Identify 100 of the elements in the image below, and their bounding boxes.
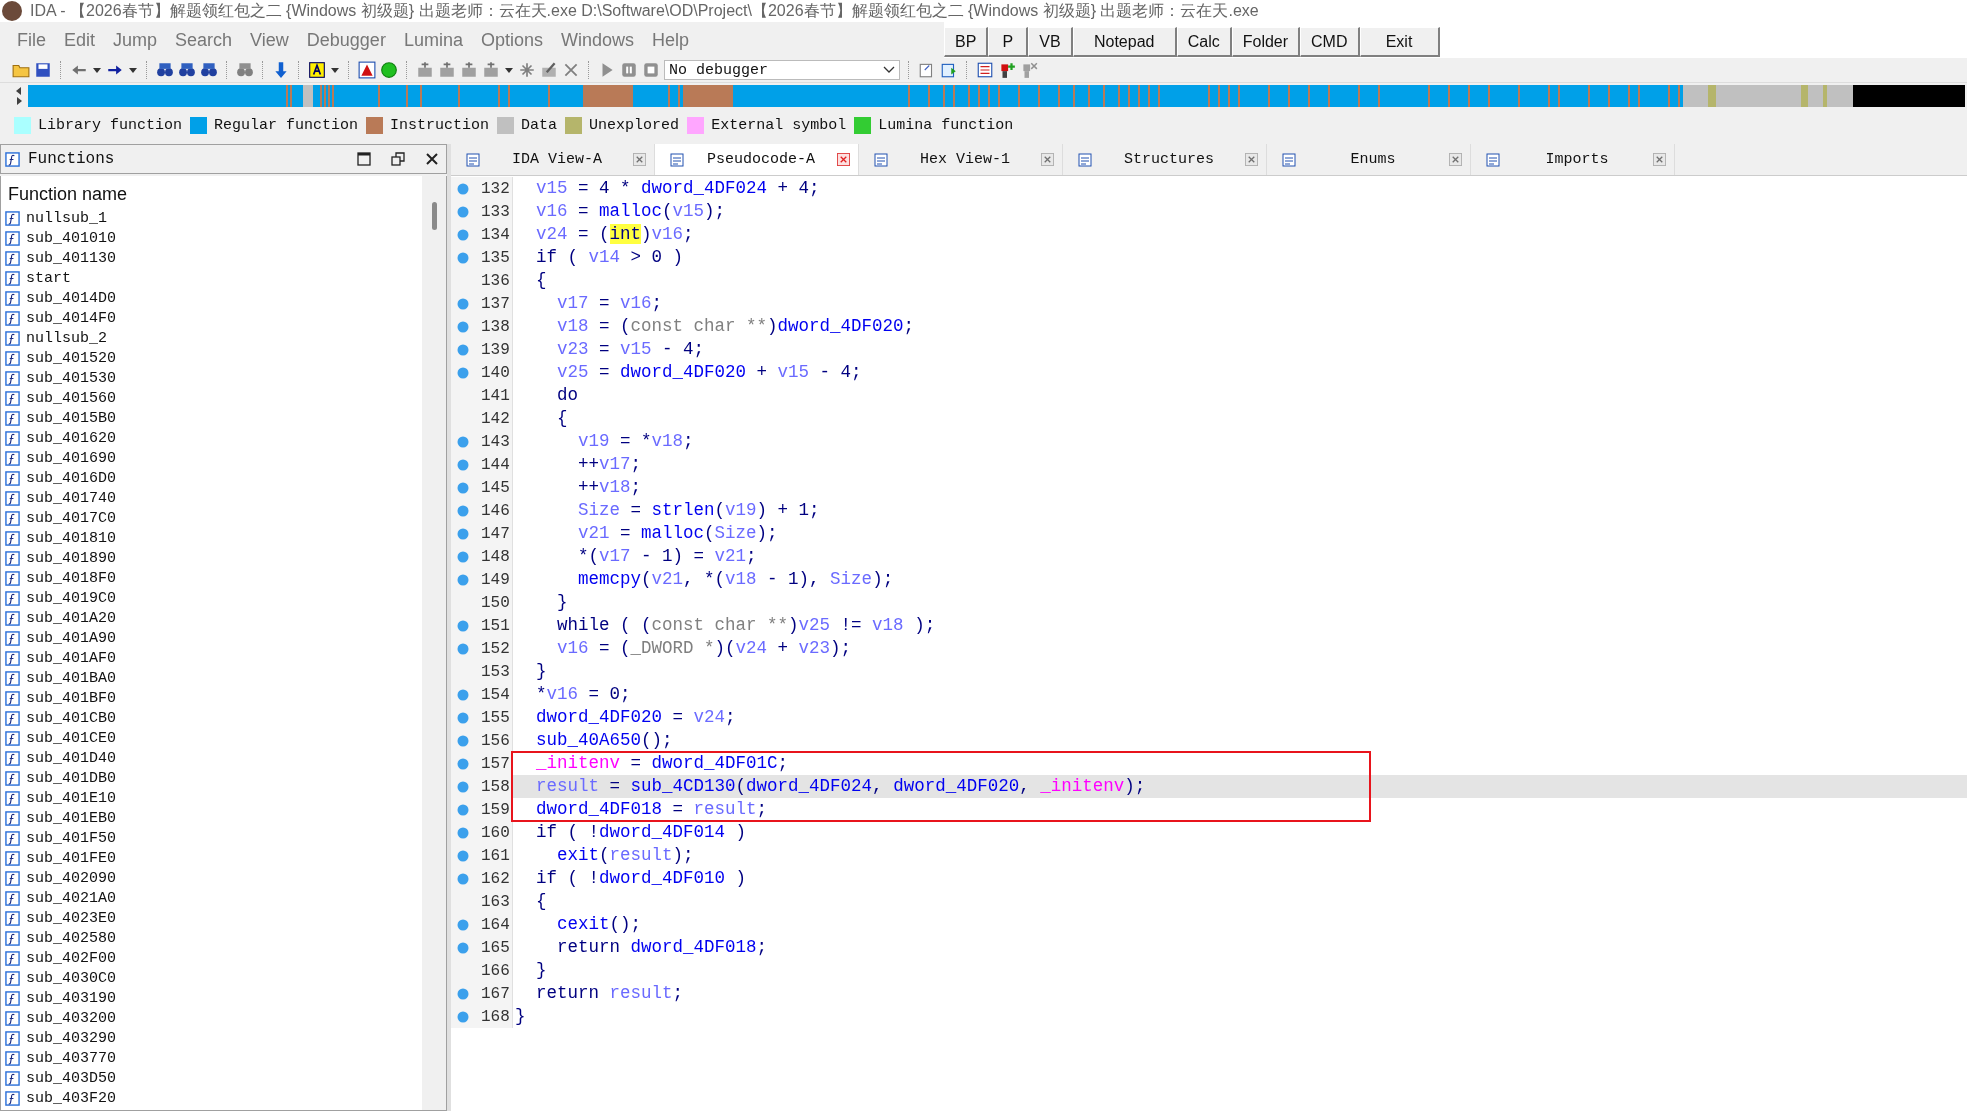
function-list-item[interactable]: sub_401EB0 [26,809,116,827]
breakpoint-dot-icon[interactable] [457,987,469,1000]
tab[interactable]: Enums [1267,144,1471,175]
menu-item[interactable]: Windows [551,29,643,51]
breakpoint-dot-icon[interactable] [457,366,469,379]
function-list-item[interactable]: sub_401AF0 [26,649,116,667]
function-list-item[interactable]: sub_4019C0 [26,589,116,607]
binoculars-icon[interactable] [200,61,218,79]
function-list-item[interactable]: sub_4014D0 [26,289,116,307]
breakpoint-dot-icon[interactable] [457,251,469,264]
function-list-item[interactable]: nullsub_1 [26,209,107,227]
stop-icon[interactable] [642,61,660,79]
function-list-item[interactable]: sub_403290 [26,1029,116,1047]
breakpoint-dot-icon[interactable] [457,573,469,586]
menu-item[interactable]: Help [643,29,699,51]
function-list-item[interactable]: sub_401560 [26,389,116,407]
function-list-item[interactable]: sub_4016D0 [26,469,116,487]
function-list-item[interactable]: sub_4017C0 [26,509,116,527]
menu-item[interactable]: Options [471,29,552,51]
menu-item[interactable]: Edit [55,29,105,51]
function-list-item[interactable]: sub_401620 [26,429,116,447]
toolbar-button[interactable]: P [988,27,1029,57]
tab[interactable]: Imports [1471,144,1675,175]
breakpoint-dot-icon[interactable] [457,481,469,494]
function-list-item[interactable]: sub_401530 [26,369,116,387]
function-list-item[interactable]: sub_401740 [26,489,116,507]
breakpoint-dot-icon[interactable] [457,918,469,931]
tab[interactable]: IDA View-A [451,144,655,175]
function-list-item[interactable]: sub_401890 [26,549,116,567]
code-block-icon[interactable] [438,61,456,79]
document-icon[interactable] [940,61,958,79]
breakpoint-dot-icon[interactable] [457,803,469,816]
breakpoint-dot-icon[interactable] [457,734,469,747]
breakpoint-dot-icon[interactable] [457,527,469,540]
breakpoint-dot-icon[interactable] [457,826,469,839]
float-window-icon[interactable] [390,151,406,167]
menu-item[interactable]: Jump [104,29,167,51]
breakpoint-dot-icon[interactable] [457,435,469,448]
binoculars-icon[interactable] [178,61,196,79]
navigation-band-drawing[interactable] [28,85,1965,107]
function-list-item[interactable]: sub_401810 [26,529,116,547]
tab[interactable]: Hex View-1 [859,144,1063,175]
binoculars-icon[interactable] [236,61,254,79]
function-list-item[interactable]: sub_401BA0 [26,669,116,687]
function-list-item[interactable]: sub_401CB0 [26,709,116,727]
breakpoint-dot-icon[interactable] [457,849,469,862]
function-list-item[interactable]: sub_4021A0 [26,889,116,907]
breakpoint-dot-icon[interactable] [457,182,469,195]
function-list-item[interactable]: sub_401DB0 [26,769,116,787]
breakpoint-dot-icon[interactable] [457,872,469,885]
function-list-item[interactable]: sub_403770 [26,1049,116,1067]
toolbar-button[interactable]: Notepad [1072,27,1177,57]
breakpoint-dot-icon[interactable] [457,343,469,356]
function-list-item[interactable]: sub_401520 [26,349,116,367]
close-icon[interactable] [424,151,440,167]
menu-item[interactable]: Lumina [394,29,472,51]
toolbar-button[interactable]: CMD [1300,27,1360,57]
breakpoint-dot-icon[interactable] [457,642,469,655]
function-list-item[interactable]: sub_403190 [26,989,116,1007]
function-list-item[interactable]: sub_401010 [26,229,116,247]
function-list-item[interactable]: sub_401D40 [26,749,116,767]
breakpoint-dot-icon[interactable] [457,228,469,241]
list-icon[interactable] [976,61,994,79]
function-list-item[interactable]: sub_4023E0 [26,909,116,927]
breakpoint-dot-icon[interactable] [457,1010,469,1023]
function-list-item[interactable]: sub_4018F0 [26,569,116,587]
function-list-item[interactable]: sub_402F00 [26,949,116,967]
pause-icon[interactable] [620,61,638,79]
function-list-item[interactable]: sub_401A90 [26,629,116,647]
menu-item[interactable]: View [241,29,298,51]
scrollbar[interactable] [422,176,446,1110]
breakpoint-dot-icon[interactable] [457,711,469,724]
code-block-icon[interactable] [460,61,478,79]
function-list-item[interactable]: sub_401F50 [26,829,116,847]
function-list-item[interactable]: sub_401A20 [26,609,116,627]
breakpoint-dot-icon[interactable] [457,941,469,954]
breakpoint-dot-icon[interactable] [457,780,469,793]
debugger-dropdown[interactable]: No debugger [664,60,900,80]
ball-icon[interactable] [380,61,398,79]
warning-icon[interactable] [358,61,376,79]
toolbar-button[interactable]: Folder [1231,27,1301,57]
breakpoint-dot-icon[interactable] [457,688,469,701]
code-block-icon[interactable] [482,61,500,79]
text-style-icon[interactable] [308,61,326,79]
function-list-item[interactable]: sub_401CE0 [26,729,116,747]
breakpoint-dot-icon[interactable] [457,320,469,333]
function-list-item[interactable]: sub_402580 [26,929,116,947]
maximize-icon[interactable] [356,151,372,167]
breakpoint-dot-icon[interactable] [457,458,469,471]
function-list-item[interactable]: sub_401130 [26,249,116,267]
function-list-item[interactable]: sub_401E10 [26,789,116,807]
function-list-item[interactable]: sub_4014F0 [26,309,116,327]
function-list-item[interactable]: start [26,269,71,287]
breakpoint-dot-icon[interactable] [457,550,469,563]
menu-item[interactable]: Search [166,29,242,51]
breakpoint-dot-icon[interactable] [457,297,469,310]
breakpoint-dot-icon[interactable] [457,619,469,632]
pencil-icon[interactable] [540,61,558,79]
save-icon[interactable] [34,61,52,79]
function-list-item[interactable]: sub_403200 [26,1009,116,1027]
